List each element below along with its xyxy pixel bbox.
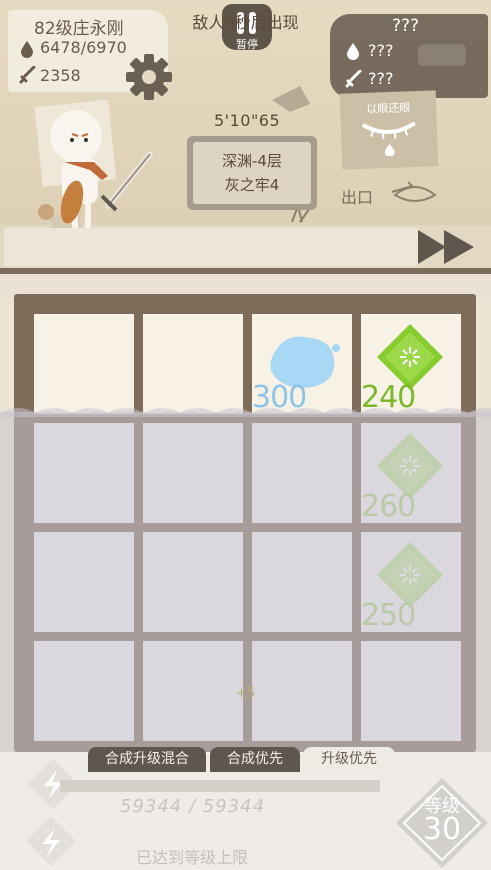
level-number: 30 bbox=[422, 812, 462, 847]
exit-label[interactable]: 出口 bbox=[341, 184, 373, 208]
fast-forward-icon bbox=[418, 230, 474, 264]
enemy-attack-sword-icon bbox=[345, 70, 362, 88]
grid-cell[interactable] bbox=[143, 423, 243, 523]
battle-timer: 5'10"65 bbox=[214, 111, 281, 130]
settings-gear-icon[interactable] bbox=[124, 52, 174, 102]
attack-sword-icon bbox=[19, 66, 36, 84]
grid-cell[interactable]: 240 bbox=[361, 314, 461, 415]
enemy-incoming-banner bbox=[4, 228, 418, 266]
max-level-text: 已达到等级上限 bbox=[136, 848, 249, 867]
player-hp: 6478/6970 bbox=[40, 38, 127, 57]
fog-wave-edge bbox=[0, 408, 491, 417]
grid-cell[interactable] bbox=[143, 641, 243, 741]
enemy-hp: ??? bbox=[368, 41, 394, 60]
grid-cell[interactable] bbox=[252, 641, 352, 741]
cell-value: 250 bbox=[361, 598, 416, 633]
grid-cell[interactable]: 250 bbox=[361, 532, 461, 633]
grid-cell[interactable] bbox=[34, 532, 134, 632]
enemy-attack: ??? bbox=[368, 69, 394, 88]
grid-cell[interactable] bbox=[34, 314, 134, 414]
grid-cell[interactable] bbox=[361, 641, 461, 741]
skill-poster[interactable]: 以眼还眼 bbox=[339, 90, 439, 170]
floor-sign: 深渊-4层 灰之牢4 bbox=[187, 136, 317, 210]
enemy-portrait-slot bbox=[418, 44, 466, 66]
hp-drop-icon bbox=[21, 41, 33, 58]
cell-value: 260 bbox=[361, 489, 416, 524]
grid-cell[interactable] bbox=[252, 423, 352, 523]
floor-area: 灰之牢4 bbox=[224, 176, 280, 194]
enemy-incoming-text: 敌人9秒后出现 bbox=[192, 13, 299, 32]
eye-tear-icon bbox=[361, 121, 416, 157]
grid-cell[interactable] bbox=[34, 641, 134, 741]
tab-merge-upgrade-mix[interactable]: 合成升级混合 bbox=[88, 747, 206, 772]
xp-text: 59344 / 59344 bbox=[120, 796, 266, 817]
xp-progress-bar bbox=[60, 780, 380, 792]
grid-cell[interactable] bbox=[34, 423, 134, 523]
player-attack: 2358 bbox=[40, 66, 81, 85]
tab-merge-first[interactable]: 合成优先 bbox=[210, 747, 300, 772]
xp-progress-fill bbox=[60, 780, 380, 792]
floating-bonus-text: +5 bbox=[236, 686, 256, 701]
grid-cell[interactable]: 260 bbox=[361, 423, 461, 524]
grid-cell[interactable] bbox=[252, 532, 352, 632]
fast-forward-button[interactable] bbox=[416, 226, 478, 268]
skill-label: 以眼还眼 bbox=[366, 101, 411, 116]
enemy-hp-drop-icon bbox=[347, 43, 359, 60]
floor-depth: 深渊-4层 bbox=[222, 152, 282, 170]
lightning-icon-secondary bbox=[26, 816, 76, 866]
grid-cell[interactable]: 300 bbox=[252, 314, 352, 415]
grid-cell[interactable] bbox=[143, 532, 243, 632]
pause-label: 暂停 bbox=[236, 38, 258, 51]
tab-upgrade-first[interactable]: 升级优先 bbox=[303, 747, 395, 772]
grid-cell[interactable] bbox=[143, 314, 243, 414]
